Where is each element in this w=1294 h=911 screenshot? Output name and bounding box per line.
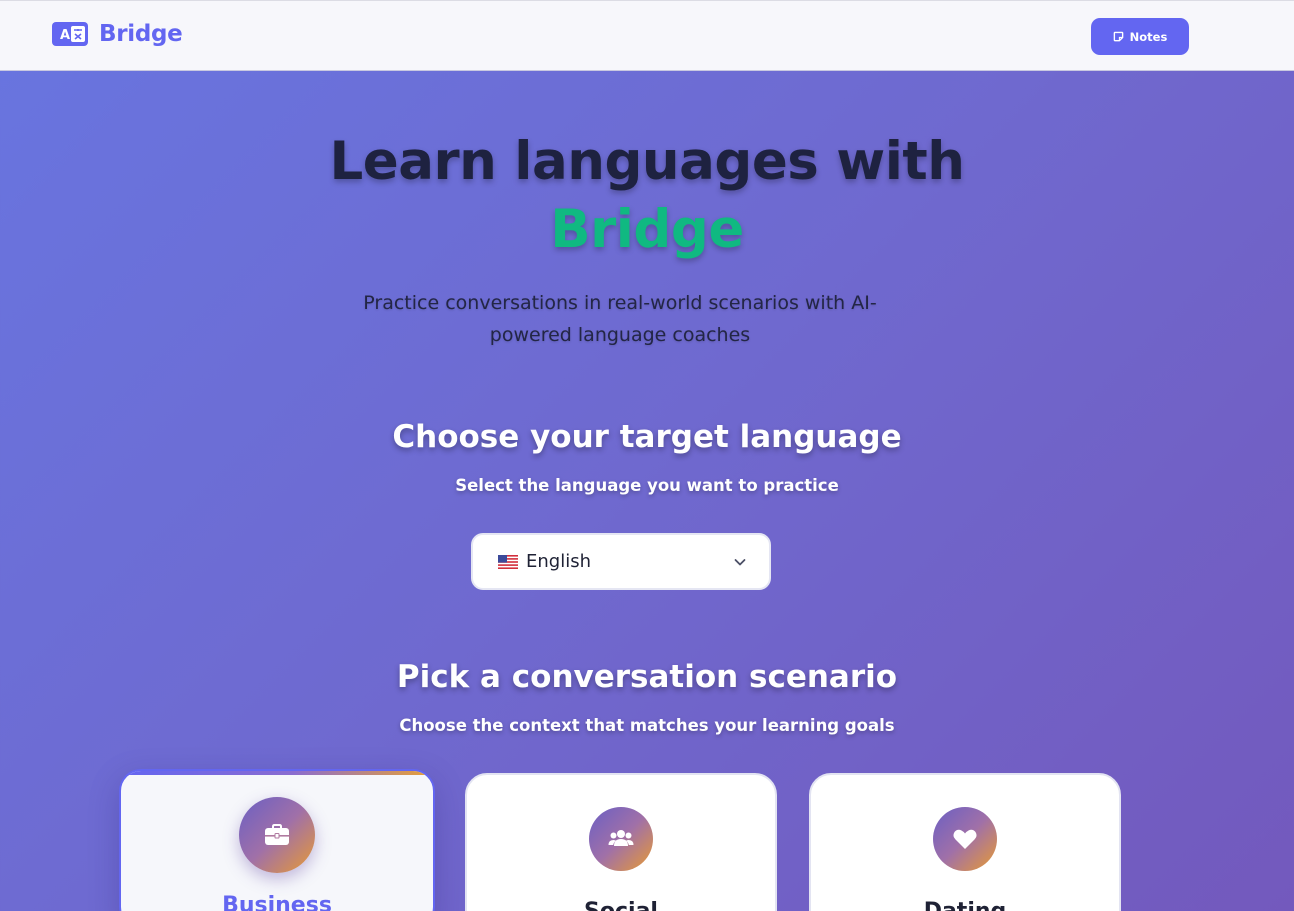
chevron-down-icon	[734, 558, 746, 565]
language-select-value: English	[526, 551, 591, 572]
top-nav: A Bridge Notes	[0, 0, 1294, 71]
selected-indicator	[121, 771, 433, 775]
dating-icon-badge	[933, 807, 997, 871]
svg-text:A: A	[60, 28, 70, 43]
hero-subtitle: Practice conversations in real-world sce…	[363, 292, 877, 346]
scenario-card-label: Social	[467, 899, 775, 911]
scenario-section-title: Pick a conversation scenario	[396, 659, 898, 695]
briefcase-icon	[265, 824, 289, 845]
translate-icon: A	[52, 22, 88, 46]
language-section-subtitle: Select the language you want to practice	[455, 476, 839, 495]
language-section-title: Choose your target language	[392, 419, 902, 455]
scenario-card-label: Business	[222, 893, 332, 911]
scenario-section-subtitle: Choose the context that matches your lea…	[399, 716, 895, 735]
heart-icon	[953, 829, 977, 849]
scenario-card-label: Dating	[811, 899, 1119, 911]
us-flag-icon	[498, 554, 518, 569]
business-icon-badge	[239, 797, 315, 873]
users-icon	[608, 830, 634, 846]
brand-name: Bridge	[99, 21, 183, 47]
scenario-card-dating[interactable]: Dating	[809, 773, 1121, 911]
scenario-card-business[interactable]: Business	[119, 769, 435, 911]
social-icon-badge	[589, 807, 653, 871]
scenario-card-social[interactable]: Social	[465, 773, 777, 911]
notes-button-label: Notes	[1129, 29, 1168, 44]
brand-logo[interactable]: A Bridge	[52, 21, 183, 47]
hero-title-accent: Bridge	[550, 199, 744, 260]
hero-title-line: Learn languages with	[329, 131, 965, 192]
notes-button[interactable]: Notes	[1091, 18, 1189, 55]
language-select[interactable]: English	[471, 533, 771, 590]
note-icon	[1113, 31, 1123, 42]
hero-title: Learn languages with Bridge	[0, 128, 1294, 264]
